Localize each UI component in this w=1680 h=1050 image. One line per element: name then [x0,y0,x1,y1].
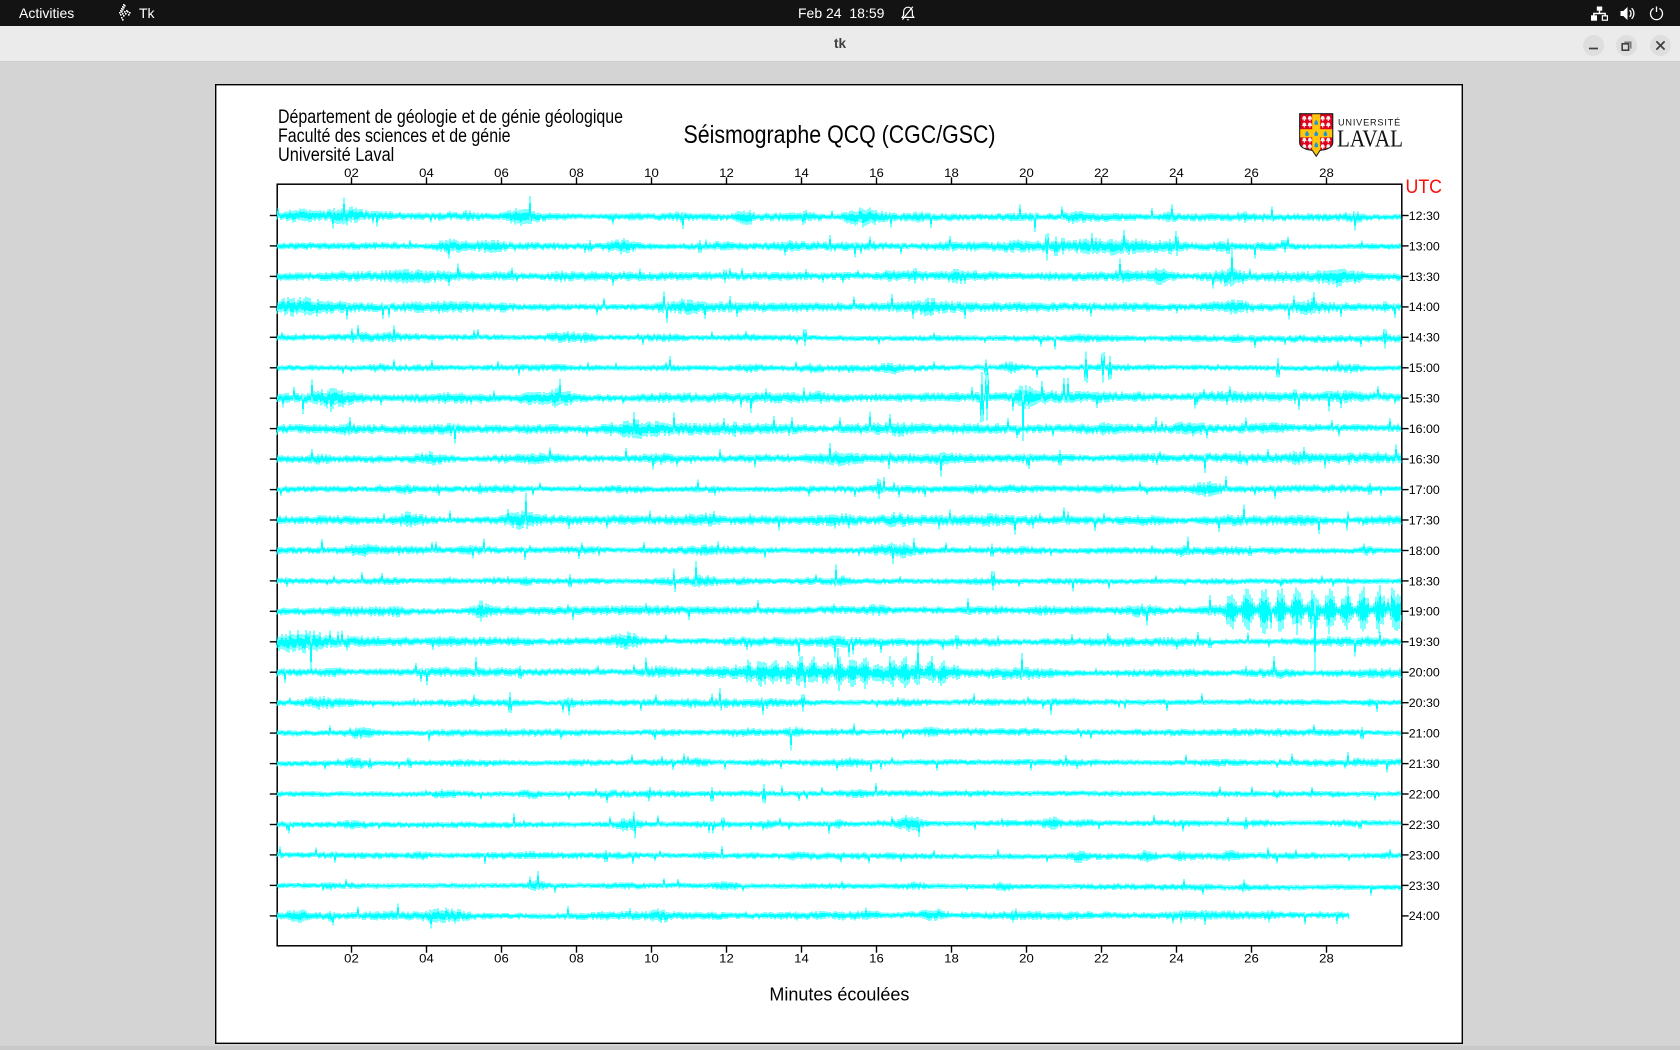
svg-text:23:30: 23:30 [1409,879,1440,893]
svg-text:22:00: 22:00 [1409,787,1440,801]
svg-text:12:30: 12:30 [1409,209,1440,223]
svg-text:16:30: 16:30 [1409,453,1440,467]
svg-text:28: 28 [1319,166,1334,180]
svg-text:08: 08 [569,952,584,966]
svg-text:13:00: 13:00 [1409,239,1440,253]
svg-text:19:30: 19:30 [1409,635,1440,649]
svg-text:04: 04 [419,952,434,966]
svg-text:28: 28 [1319,952,1334,966]
svg-text:13:30: 13:30 [1409,270,1440,284]
svg-text:02: 02 [344,952,359,966]
svg-text:14: 14 [794,166,809,180]
svg-text:Département de géologie et de: Département de géologie et de génie géol… [278,107,623,128]
svg-text:22: 22 [1094,952,1109,966]
svg-text:18:30: 18:30 [1409,574,1440,588]
svg-text:16: 16 [869,952,884,966]
svg-text:14:00: 14:00 [1409,300,1440,314]
svg-text:21:30: 21:30 [1409,757,1440,771]
svg-text:17:30: 17:30 [1409,513,1440,527]
svg-text:19:00: 19:00 [1409,605,1440,619]
svg-text:16:00: 16:00 [1409,422,1440,436]
svg-text:26: 26 [1244,952,1259,966]
svg-text:12: 12 [719,952,734,966]
svg-text:14: 14 [794,952,809,966]
svg-text:04: 04 [419,166,434,180]
svg-text:12: 12 [719,166,734,180]
svg-text:22: 22 [1094,166,1109,180]
svg-text:06: 06 [494,952,509,966]
svg-text:06: 06 [494,166,509,180]
svg-text:18: 18 [944,952,959,966]
svg-text:22:30: 22:30 [1409,818,1440,832]
svg-text:17:00: 17:00 [1409,483,1440,497]
svg-text:Faculté des sciences et de gén: Faculté des sciences et de génie [278,126,511,147]
svg-text:15:00: 15:00 [1409,361,1440,375]
svg-text:20:00: 20:00 [1409,666,1440,680]
svg-text:21:00: 21:00 [1409,727,1440,741]
svg-text:LAVAL: LAVAL [1337,127,1403,153]
svg-text:18:00: 18:00 [1409,544,1440,558]
svg-text:10: 10 [644,166,659,180]
svg-text:26: 26 [1244,166,1259,180]
svg-text:Séismographe QCQ (CGC/GSC): Séismographe QCQ (CGC/GSC) [684,121,996,149]
svg-text:24: 24 [1169,952,1184,966]
svg-text:UTC: UTC [1406,177,1443,198]
svg-text:20: 20 [1019,952,1034,966]
svg-text:24:00: 24:00 [1409,909,1440,923]
svg-text:14:30: 14:30 [1409,331,1440,345]
svg-text:20: 20 [1019,166,1034,180]
svg-text:Minutes écoulées: Minutes écoulées [769,985,909,1005]
svg-text:10: 10 [644,952,659,966]
svg-text:08: 08 [569,166,584,180]
svg-text:15:30: 15:30 [1409,392,1440,406]
svg-text:02: 02 [344,166,359,180]
svg-text:16: 16 [869,166,884,180]
svg-text:20:30: 20:30 [1409,696,1440,710]
svg-text:Université Laval: Université Laval [278,145,394,166]
svg-text:18: 18 [944,166,959,180]
svg-text:24: 24 [1169,166,1184,180]
svg-text:23:00: 23:00 [1409,848,1440,862]
